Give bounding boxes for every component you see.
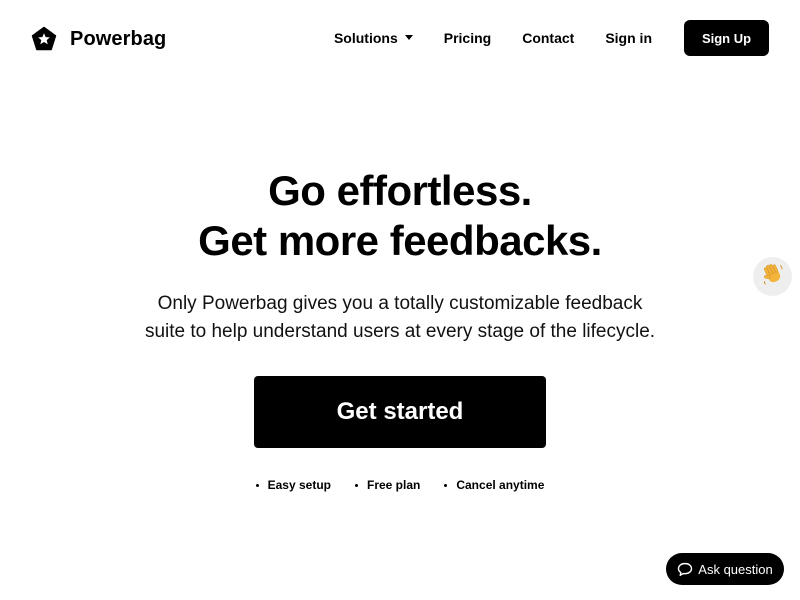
- feature-label: Cancel anytime: [456, 478, 545, 492]
- bullet-icon: [444, 483, 448, 487]
- landing-page: Powerbag Solutions Pricing Contact Sign …: [0, 0, 800, 600]
- headline-line-2: Get more feedbacks.: [198, 217, 602, 264]
- caret-down-icon: [404, 34, 413, 40]
- feature-item: Cancel anytime: [444, 478, 544, 492]
- feature-label: Free plan: [366, 478, 421, 492]
- hero-headline: Go effortless. Get more feedbacks.: [0, 166, 800, 266]
- sign-up-button[interactable]: Sign Up: [684, 20, 769, 56]
- feature-label: Easy setup: [267, 478, 331, 492]
- feature-list: Easy setup Free plan Cancel anytime: [0, 478, 800, 492]
- main-nav: Solutions Pricing Contact Sign in Sign U…: [334, 20, 769, 56]
- hero-section: Go effortless. Get more feedbacks. Only …: [0, 166, 800, 492]
- subtext-line-1: Only Powerbag gives you a totally custom…: [157, 293, 643, 314]
- feature-item: Free plan: [354, 478, 421, 492]
- nav-sign-in-link[interactable]: Sign in: [605, 30, 652, 46]
- headline-line-1: Go effortless.: [268, 167, 532, 214]
- ask-question-label: Ask question: [698, 561, 773, 577]
- waving-hand-icon: [761, 262, 785, 291]
- wave-widget-button[interactable]: [753, 257, 792, 296]
- nav-solutions-dropdown[interactable]: Solutions: [334, 30, 413, 46]
- ask-question-button[interactable]: Ask question: [666, 553, 784, 585]
- nav-contact-link[interactable]: Contact: [522, 30, 574, 46]
- subtext-line-2: suite to help understand users at every …: [144, 321, 656, 342]
- bullet-icon: [354, 483, 358, 487]
- bullet-icon: [255, 483, 259, 487]
- brand-name: Powerbag: [70, 27, 167, 50]
- brand-logo[interactable]: Powerbag: [31, 24, 166, 54]
- hero-subtext: Only Powerbag gives you a totally custom…: [100, 290, 700, 346]
- site-header: Powerbag Solutions Pricing Contact Sign …: [0, 0, 800, 76]
- pentagon-star-icon: [31, 26, 57, 52]
- nav-pricing-link[interactable]: Pricing: [444, 30, 491, 46]
- get-started-button[interactable]: Get started: [254, 376, 546, 448]
- chat-bubble-icon: [677, 562, 693, 577]
- nav-solutions-label: Solutions: [333, 30, 398, 46]
- feature-item: Easy setup: [255, 478, 331, 492]
